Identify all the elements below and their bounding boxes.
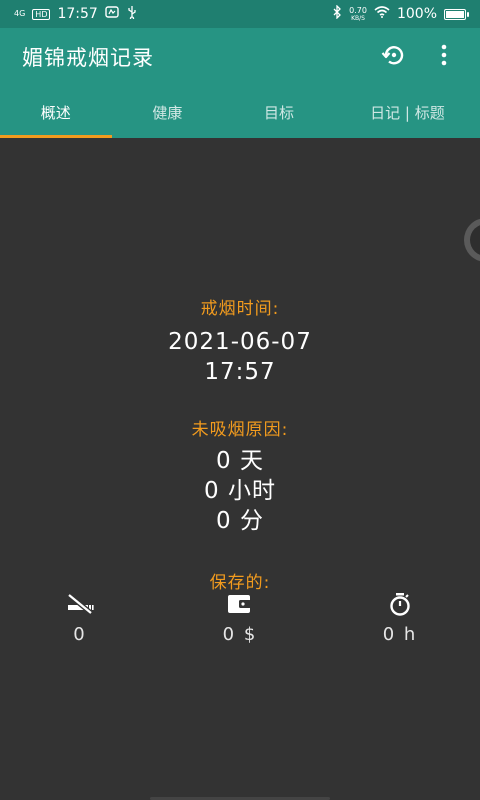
quit-date: 2021-06-07: [168, 329, 312, 355]
quit-time-label: 戒烟时间:: [200, 299, 280, 319]
stopwatch-icon: [388, 592, 412, 616]
notification-icon: [105, 6, 119, 22]
tab-bar: 概述 健康 目标 日记 | 标题: [0, 86, 480, 138]
no-smoking-icon: [66, 592, 94, 616]
battery-icon: [444, 8, 469, 20]
wifi-icon: [374, 6, 390, 22]
duration-label: 未吸烟原因:: [191, 420, 289, 440]
battery-percent: 100%: [396, 6, 437, 22]
duration-section: 未吸烟原因: 0 天 0 小时 0 分: [0, 415, 480, 536]
time-stat: 0 h: [320, 592, 480, 645]
tab-goals[interactable]: 目标: [223, 86, 335, 138]
network-indicator: 4G: [14, 9, 26, 18]
tab-diary[interactable]: 日记 | 标题: [335, 86, 480, 138]
money-stat: 0 $: [160, 592, 320, 645]
more-vert-icon: [441, 44, 447, 70]
app-bar: 媚锦戒烟记录: [0, 28, 480, 86]
overflow-menu-button[interactable]: [426, 39, 462, 75]
saved-label: 保存的:: [209, 573, 271, 593]
app-title: 媚锦戒烟记录: [22, 46, 154, 70]
usb-icon: [126, 5, 138, 23]
quit-clock-time: 17:57: [204, 359, 276, 385]
restore-icon: [381, 42, 407, 72]
tab-overview[interactable]: 概述: [0, 86, 112, 138]
edge-swipe-handle[interactable]: [464, 218, 480, 262]
cigarettes-value: 0: [73, 624, 87, 645]
reset-button[interactable]: [376, 39, 412, 75]
bluetooth-icon: [332, 4, 342, 23]
money-value: 0 $: [222, 624, 258, 645]
saved-section: 保存的:: [0, 568, 480, 593]
tab-health[interactable]: 健康: [112, 86, 224, 138]
cigarettes-stat: 0: [0, 592, 160, 645]
duration-days: 0 天: [216, 448, 264, 474]
duration-minutes: 0 分: [216, 508, 264, 534]
network-speed: 0.70 KB/S: [349, 5, 367, 22]
saved-stats: 0 0 $ 0 h: [0, 592, 480, 645]
hd-badge: HD: [32, 8, 51, 20]
overview-content: 戒烟时间: 2021-06-07 17:57 未吸烟原因: 0 天 0 小时 0…: [0, 138, 480, 800]
wallet-icon: [227, 592, 253, 616]
status-time: 17:57: [57, 6, 98, 22]
time-value: 0 h: [382, 624, 418, 645]
duration-hours: 0 小时: [204, 478, 276, 504]
quit-time-section: 戒烟时间: 2021-06-07 17:57: [0, 294, 480, 387]
status-bar: 4G HD 17:57 0.70 KB/S 100%: [0, 0, 480, 28]
